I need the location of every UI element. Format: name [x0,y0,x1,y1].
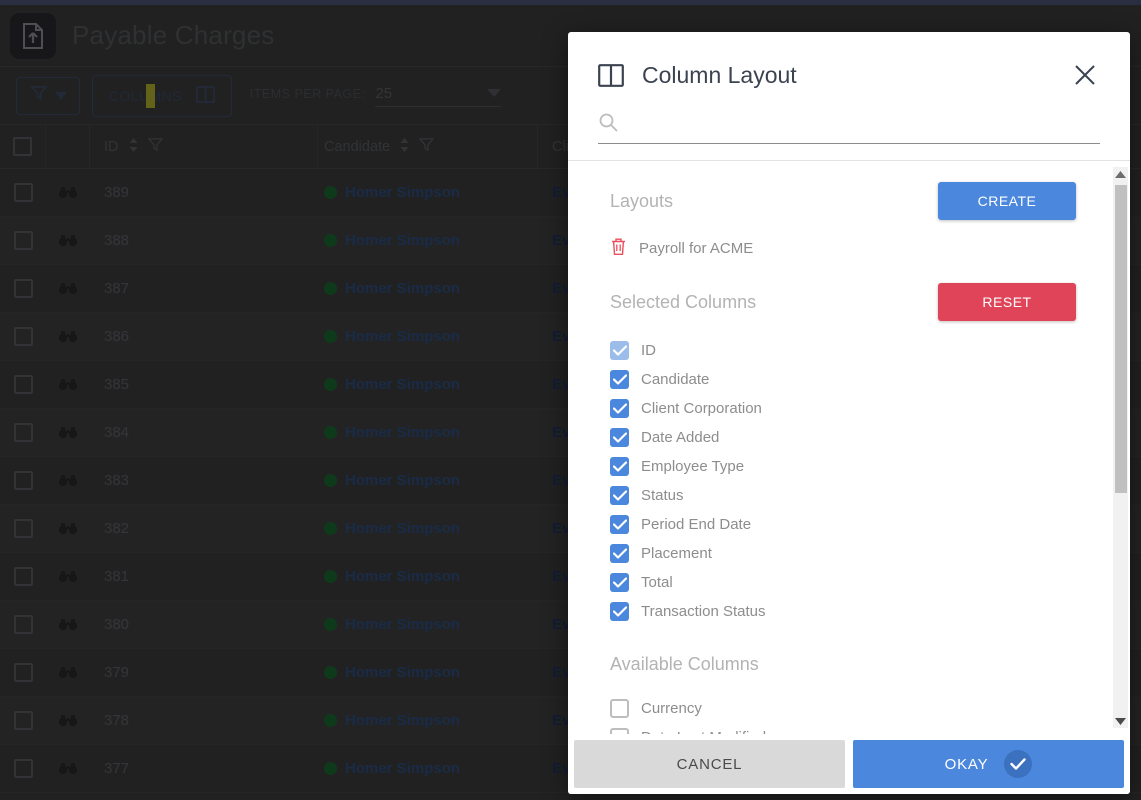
column-search[interactable] [598,112,1100,144]
okay-button-label: OKAY [944,755,989,773]
layouts-title: Layouts [610,190,674,211]
available-columns-list: Currency Date Last Modified [610,694,1112,734]
checkbox-checked-icon[interactable] [610,486,629,505]
column-option[interactable]: Currency [610,694,1112,723]
layout-list-item[interactable]: Payroll for ACME [610,237,1112,260]
column-option-label: Period End Date [641,516,752,533]
column-option[interactable]: Employee Type [610,452,1112,481]
layout-item-label: Payroll for ACME [639,240,754,257]
checkbox-checked-icon[interactable] [610,428,629,447]
trash-icon[interactable] [610,237,627,260]
column-option-label: Transaction Status [641,603,766,620]
layouts-section-header: Layouts CREATE [610,179,1112,223]
checkbox-checked-icon[interactable] [610,457,629,476]
layouts-list: Payroll for ACME [610,237,1112,260]
column-option[interactable]: Date Added [610,423,1112,452]
cancel-button[interactable]: CANCEL [574,740,845,788]
column-option-label: Date Last Modified [641,729,766,734]
dialog-scrollbar[interactable] [1113,167,1128,728]
checkbox-unchecked-icon[interactable] [610,699,629,718]
search-icon [598,112,618,137]
caret-up-icon[interactable] [1113,167,1128,181]
dialog-header: Column Layout [568,32,1130,90]
selected-columns-list: ID Candidate Client Corporation Date Add… [610,336,1112,626]
reset-button[interactable]: RESET [938,283,1076,321]
column-option-label: Candidate [641,371,710,388]
column-option[interactable]: Date Last Modified [610,723,1112,734]
column-option[interactable]: Total [610,568,1112,597]
close-icon[interactable] [1070,60,1100,90]
okay-button[interactable]: OKAY [853,740,1124,788]
available-columns-title: Available Columns [610,653,759,674]
checkbox-checked-icon[interactable] [610,370,629,389]
column-option[interactable]: Candidate [610,365,1112,394]
column-layout-icon [598,63,624,87]
column-option[interactable]: Period End Date [610,510,1112,539]
checkbox-unchecked-icon[interactable] [610,728,629,734]
column-option-label: Client Corporation [641,400,762,417]
scrollbar-thumb[interactable] [1115,185,1127,493]
available-columns-section-header: Available Columns [610,642,1112,686]
column-option-label: Placement [641,545,712,562]
checkbox-checked-icon[interactable] [610,544,629,563]
column-option-label: ID [641,342,656,359]
column-option-label: Date Added [641,429,720,446]
checkbox-checked-icon[interactable] [610,602,629,621]
search-input[interactable] [630,116,1100,133]
column-option-label: Currency [641,700,702,717]
column-option[interactable]: Status [610,481,1112,510]
column-option[interactable]: Placement [610,539,1112,568]
selected-columns-section-header: Selected Columns RESET [610,280,1112,324]
column-option-label: Status [641,487,684,504]
checkbox-checked-icon[interactable] [610,515,629,534]
dialog-scroll-area: Layouts CREATE Payroll for ACME Selected… [568,161,1112,734]
checkbox-checked-icon[interactable] [610,573,629,592]
dialog-title: Column Layout [642,61,797,88]
column-option[interactable]: Client Corporation [610,394,1112,423]
column-option[interactable]: ID [610,336,1112,365]
create-layout-button[interactable]: CREATE [938,182,1076,220]
caret-down-icon[interactable] [1113,714,1128,728]
column-option-label: Total [641,574,673,591]
check-circle-icon [1004,750,1033,778]
dialog-footer: CANCEL OKAY [568,734,1130,794]
column-option[interactable]: Transaction Status [610,597,1112,626]
selected-columns-title: Selected Columns [610,291,757,312]
column-option-label: Employee Type [641,458,745,475]
checkbox-checked-icon[interactable] [610,341,629,360]
checkbox-checked-icon[interactable] [610,399,629,418]
column-layout-dialog: Column Layout Layouts CREATE Payroll for [568,32,1130,794]
dialog-body: Layouts CREATE Payroll for ACME Selected… [568,160,1130,734]
